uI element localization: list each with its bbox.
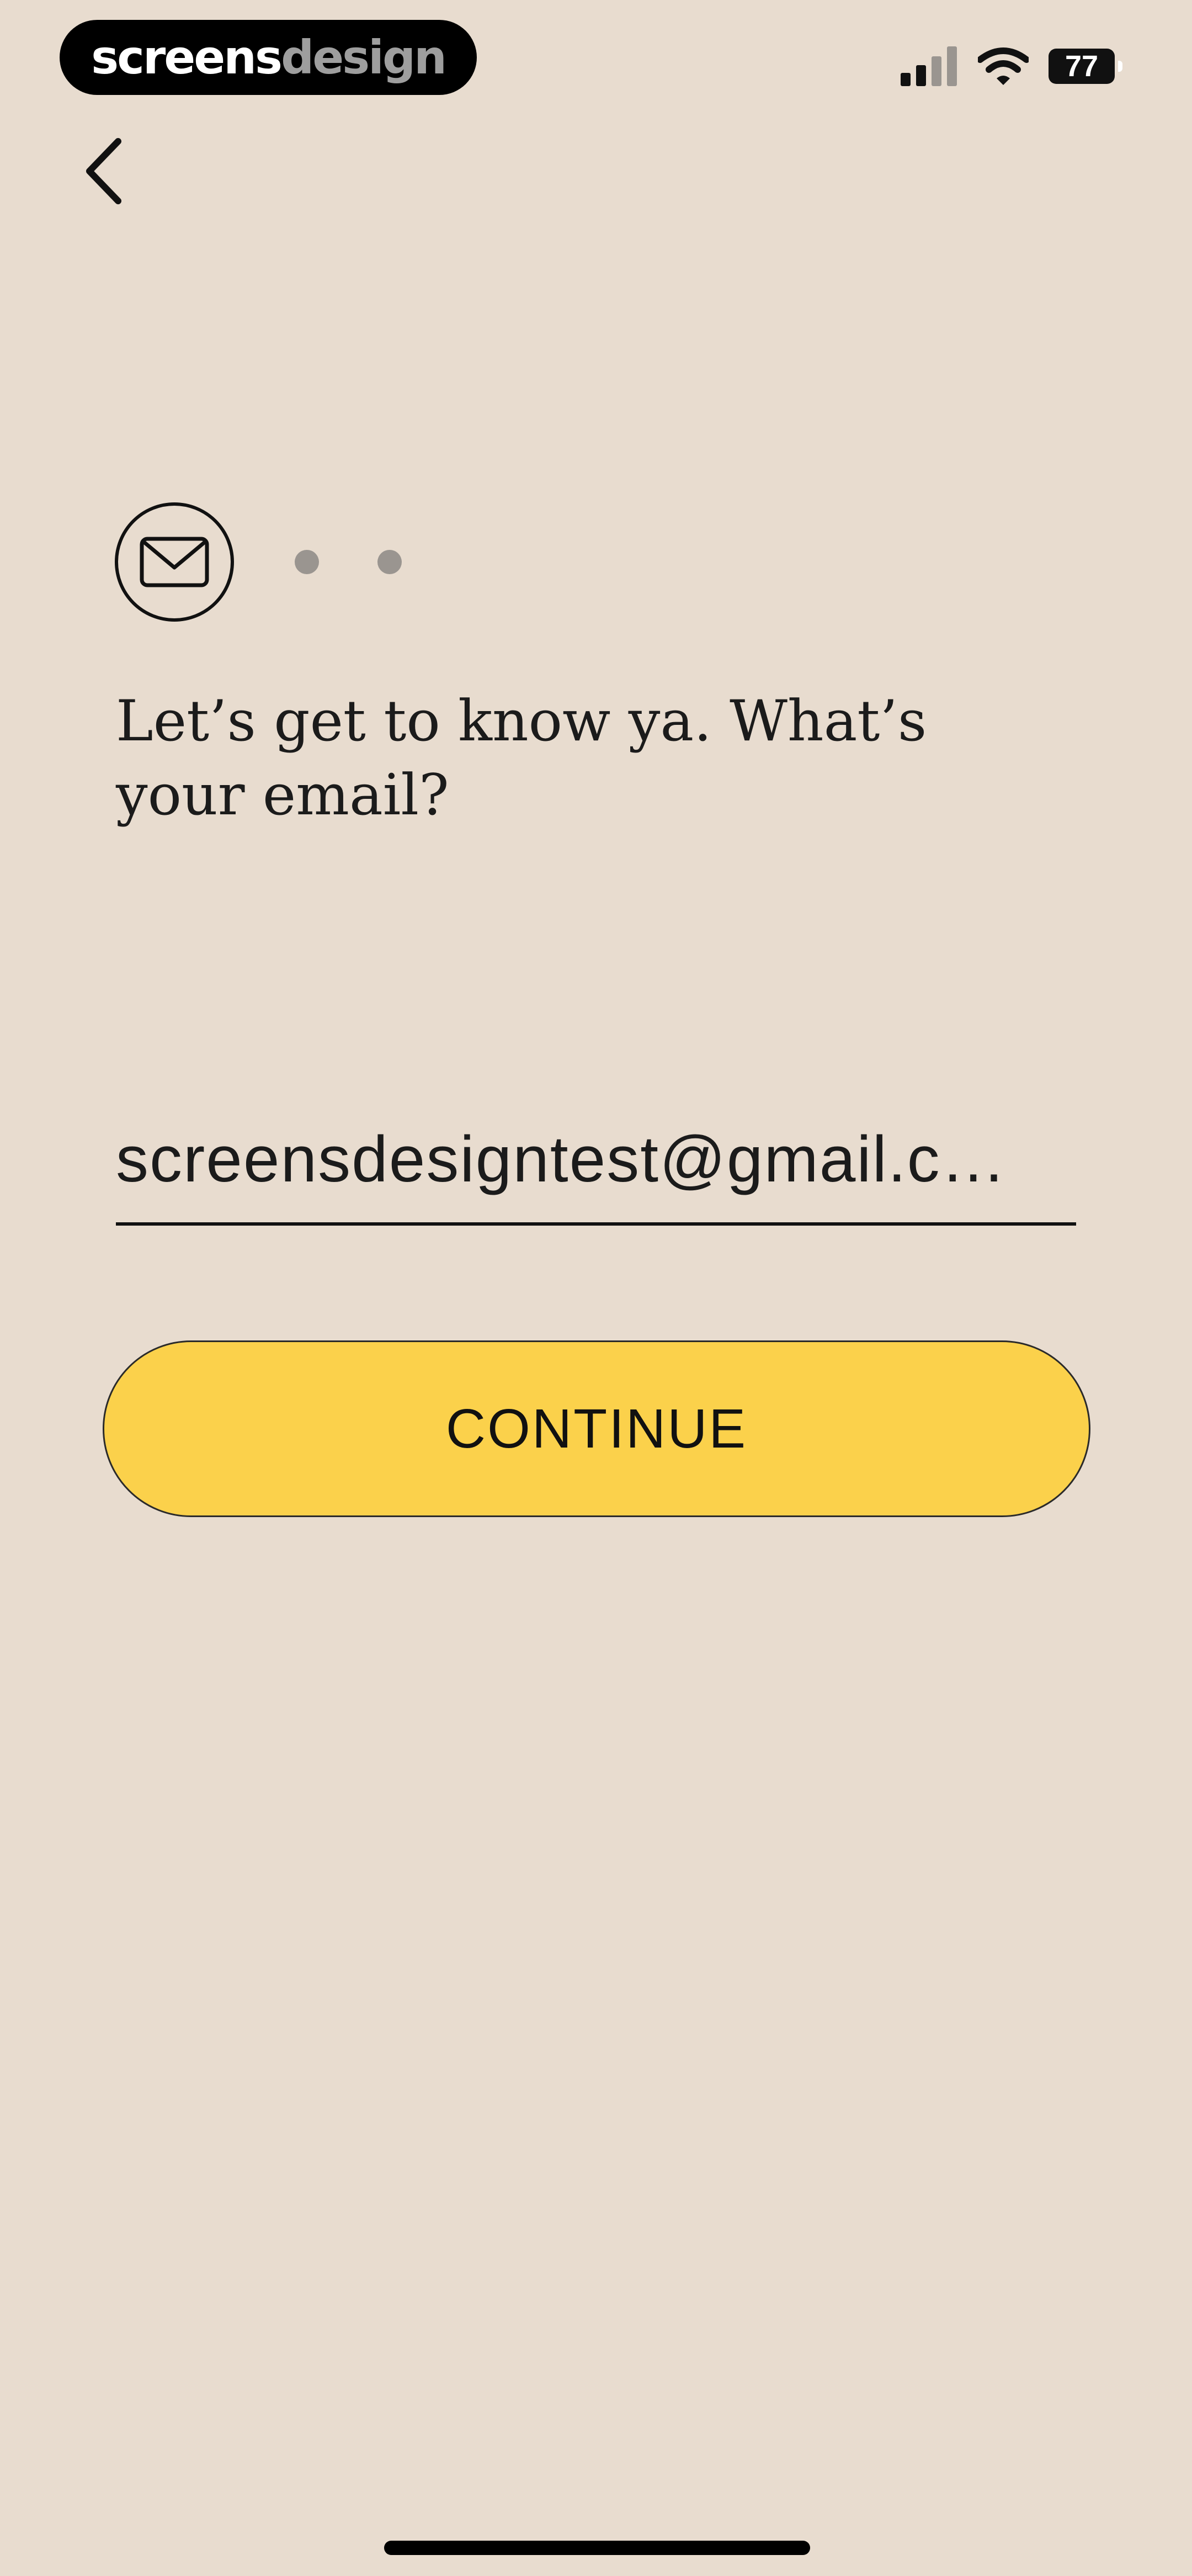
status-icons: 77 [901, 44, 1122, 88]
mail-icon [140, 537, 209, 587]
step-indicator-dot [377, 550, 402, 574]
step-indicator-current [115, 502, 234, 622]
battery-level: 77 [1065, 50, 1099, 83]
home-indicator[interactable] [384, 2541, 810, 2555]
page-title-line2: your email? [116, 762, 449, 828]
email-field[interactable]: screensdesigntest@gmail.c… [116, 1110, 1076, 1226]
wifi-icon [978, 47, 1029, 85]
back-button[interactable] [77, 132, 132, 210]
step-progress [115, 502, 402, 622]
page-title: Let’s get to know ya. What’s your email? [116, 685, 966, 833]
brand-badge: screens design [60, 20, 477, 95]
continue-button[interactable]: CONTINUE [103, 1340, 1090, 1517]
brand-text-screens: screens [91, 30, 283, 84]
brand-text-design: design [281, 30, 447, 84]
battery-icon: 77 [1049, 49, 1122, 84]
signal-icon [901, 46, 957, 86]
chevron-left-icon [86, 138, 121, 204]
step-indicator-dot [295, 550, 319, 574]
page-title-line1: Let’s get to know ya. What’s [116, 688, 927, 754]
